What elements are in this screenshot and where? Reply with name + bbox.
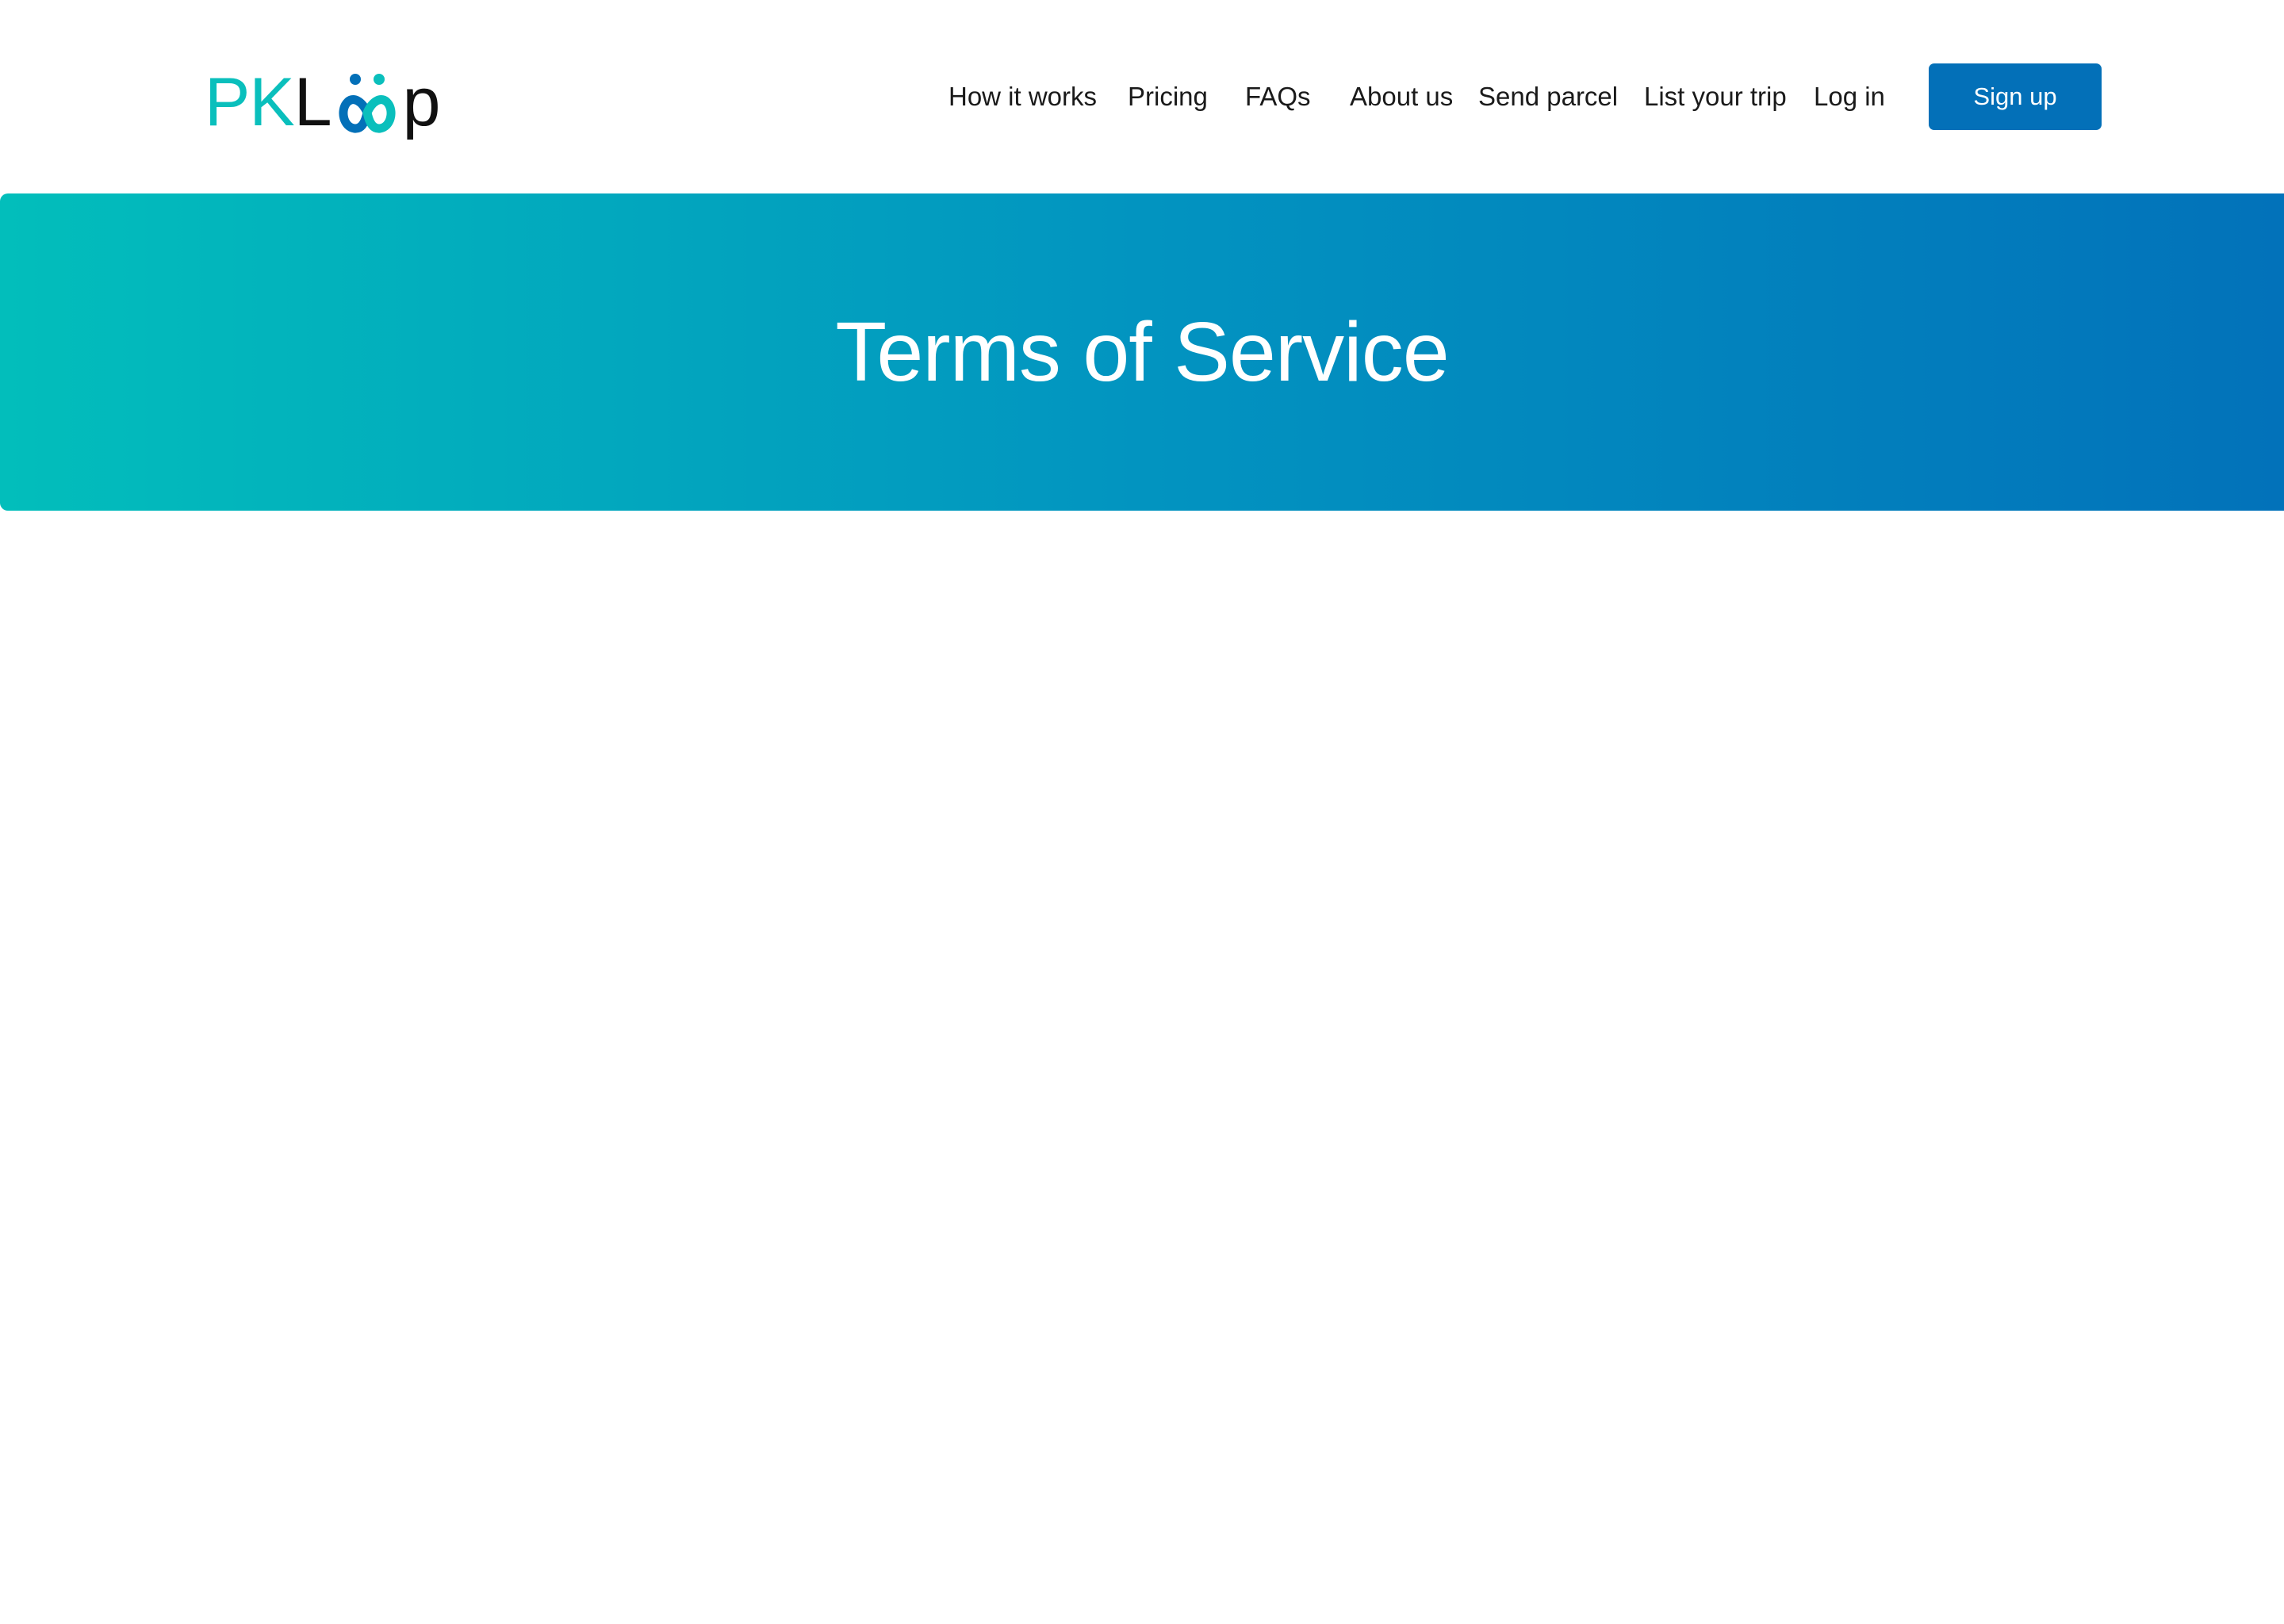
page-title: Terms of Service xyxy=(835,305,1449,399)
site-header: PK L p How it works Pricing FAQs About u… xyxy=(0,0,2284,193)
nav-log-in[interactable]: Log in xyxy=(1814,79,1885,114)
nav-send-parcel[interactable]: Send parcel xyxy=(1478,79,1618,114)
nav-faqs[interactable]: FAQs xyxy=(1245,79,1311,114)
pkloop-logo[interactable]: PK L p xyxy=(205,64,441,140)
logo-text-pk: PK xyxy=(205,64,295,140)
nav-how-it-works[interactable]: How it works xyxy=(948,79,1097,114)
logo-text-l: L xyxy=(293,64,332,140)
nav-list-your-trip[interactable]: List your trip xyxy=(1644,79,1787,114)
nav-pricing[interactable]: Pricing xyxy=(1128,79,1208,114)
nav-about-us[interactable]: About us xyxy=(1350,79,1453,114)
hero-banner: Terms of Service xyxy=(0,193,2284,511)
sign-up-button[interactable]: Sign up xyxy=(1929,63,2102,130)
loop-infinity-icon xyxy=(339,74,396,133)
page: PK L p How it works Pricing FAQs About u… xyxy=(0,0,2284,1624)
logo-text-p: p xyxy=(402,64,441,140)
